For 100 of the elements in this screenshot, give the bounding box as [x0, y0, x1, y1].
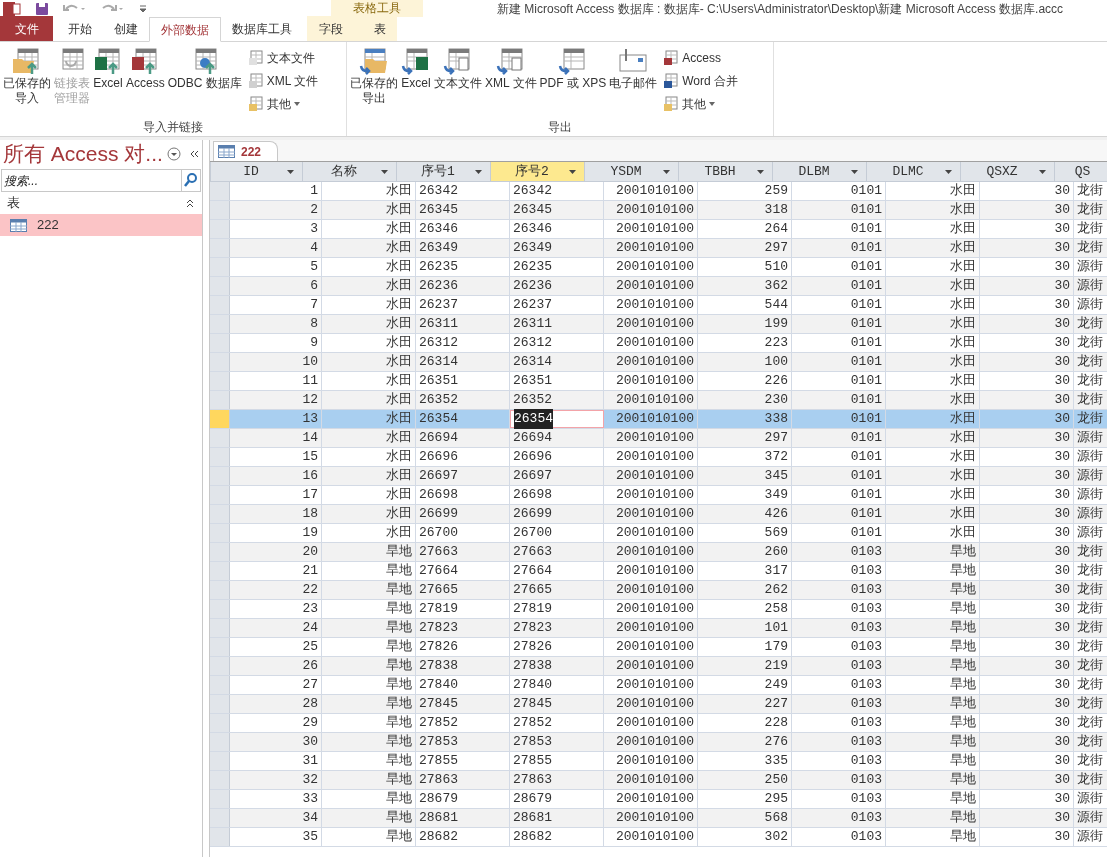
- record-selector[interactable]: [210, 220, 230, 238]
- column-header[interactable]: DLBM: [773, 162, 867, 181]
- collapse-pane-icon[interactable]: [188, 149, 199, 159]
- small-ribbon-button[interactable]: 文本文件: [247, 48, 319, 68]
- record-selector[interactable]: [210, 809, 230, 827]
- record-selector[interactable]: [210, 391, 230, 409]
- record-selector[interactable]: [210, 676, 230, 694]
- record-selector[interactable]: [210, 239, 230, 257]
- small-table-icon: [663, 50, 680, 66]
- column-header[interactable]: TBBH: [679, 162, 773, 181]
- record-selector[interactable]: [210, 543, 230, 561]
- ribbon-tab[interactable]: 开始: [57, 16, 103, 41]
- column-header[interactable]: ID: [211, 162, 303, 181]
- nav-item[interactable]: 222: [0, 214, 202, 236]
- record-selector[interactable]: [210, 448, 230, 466]
- search-field[interactable]: 搜索...: [1, 169, 182, 192]
- ribbon-button[interactable]: XML 文件: [484, 46, 538, 118]
- column-header[interactable]: QSXZ: [961, 162, 1055, 181]
- table-cell: 28679: [510, 790, 604, 808]
- customize-icon[interactable]: [139, 4, 147, 13]
- ribbon-tab[interactable]: 数据库工具: [221, 16, 303, 41]
- record-selector[interactable]: [210, 353, 230, 371]
- ribbon-tab[interactable]: 表: [363, 16, 397, 41]
- ribbon-button[interactable]: Excel: [92, 46, 124, 118]
- sort-dropdown-icon[interactable]: [663, 169, 670, 174]
- record-selector[interactable]: [210, 201, 230, 219]
- table-cell: 26342: [510, 182, 604, 200]
- table-cell: 10: [230, 353, 322, 371]
- table-cell: 2001010100: [604, 581, 698, 599]
- table-cell: 0103: [792, 828, 886, 846]
- record-selector[interactable]: [210, 714, 230, 732]
- save-icon[interactable]: [35, 1, 49, 16]
- sort-dropdown-icon[interactable]: [851, 169, 858, 174]
- record-selector[interactable]: [210, 695, 230, 713]
- ribbon-button[interactable]: PDF 或 XPS: [538, 46, 608, 118]
- ribbon-button[interactable]: 电子邮件: [608, 46, 659, 118]
- record-selector[interactable]: [210, 619, 230, 637]
- record-selector[interactable]: [210, 315, 230, 333]
- record-selector[interactable]: [210, 733, 230, 751]
- record-selector[interactable]: [210, 752, 230, 770]
- table-cell: 水田: [322, 201, 416, 219]
- small-ribbon-button[interactable]: Word 合并: [663, 71, 739, 91]
- record-selector[interactable]: [210, 581, 230, 599]
- document-tab[interactable]: 222: [213, 141, 279, 161]
- column-header[interactable]: QS: [1055, 162, 1107, 181]
- record-selector[interactable]: [210, 182, 230, 200]
- record-selector[interactable]: [210, 258, 230, 276]
- table-cell: 199: [698, 315, 792, 333]
- ribbon-tab[interactable]: 外部数据: [149, 17, 221, 42]
- ribbon-tab[interactable]: 创建: [103, 16, 149, 41]
- sort-dropdown-icon[interactable]: [475, 169, 482, 174]
- record-selector[interactable]: [210, 372, 230, 390]
- record-selector[interactable]: [210, 486, 230, 504]
- ribbon-button[interactable]: 已保存的 导出: [349, 46, 399, 118]
- sort-dropdown-icon[interactable]: [381, 169, 388, 174]
- record-selector[interactable]: [210, 771, 230, 789]
- ribbon-tab[interactable]: 文件: [0, 16, 53, 41]
- ribbon-tab[interactable]: 字段: [307, 16, 363, 41]
- record-selector[interactable]: [210, 562, 230, 580]
- sort-dropdown-icon[interactable]: [1039, 169, 1046, 174]
- column-header[interactable]: 名称: [303, 162, 397, 181]
- ribbon-button[interactable]: ODBC 数据库: [166, 46, 243, 118]
- column-header[interactable]: YSDM: [585, 162, 679, 181]
- record-selector[interactable]: [210, 277, 230, 295]
- sort-dropdown-icon[interactable]: [757, 169, 764, 174]
- sort-dropdown-icon[interactable]: [569, 169, 576, 174]
- ribbon-button[interactable]: Excel: [400, 46, 432, 118]
- record-selector[interactable]: [210, 467, 230, 485]
- sort-dropdown-icon[interactable]: [945, 169, 952, 174]
- record-selector[interactable]: [210, 410, 230, 428]
- record-selector[interactable]: [210, 828, 230, 846]
- record-selector[interactable]: [210, 296, 230, 314]
- column-header[interactable]: 序号2: [491, 162, 585, 181]
- table-cell: 源街: [1074, 429, 1107, 447]
- sort-dropdown-icon[interactable]: [287, 169, 294, 174]
- small-ribbon-button[interactable]: XML 文件: [247, 71, 319, 91]
- ribbon-button[interactable]: Access: [125, 46, 166, 118]
- table-cell: 26697: [510, 467, 604, 485]
- small-ribbon-button[interactable]: 其他: [247, 94, 319, 114]
- small-ribbon-button[interactable]: 其他: [663, 94, 739, 114]
- record-selector[interactable]: [210, 334, 230, 352]
- table-cell: 30: [980, 524, 1074, 542]
- record-selector[interactable]: [210, 505, 230, 523]
- record-selector[interactable]: [210, 638, 230, 656]
- table-cell: 0101: [792, 182, 886, 200]
- record-selector[interactable]: [210, 429, 230, 447]
- ribbon-button[interactable]: 文本文件: [433, 46, 483, 118]
- ribbon-button[interactable]: 已保存的 导入: [2, 46, 52, 118]
- dropdown-icon[interactable]: [166, 147, 181, 161]
- table-cell: 2001010100: [604, 296, 698, 314]
- search-icon[interactable]: [182, 169, 201, 192]
- record-selector[interactable]: [210, 790, 230, 808]
- nav-pane-title: 所有 Access 对...: [3, 141, 163, 168]
- column-header[interactable]: DLMC: [867, 162, 961, 181]
- collapse-section-icon[interactable]: [185, 198, 195, 208]
- record-selector[interactable]: [210, 657, 230, 675]
- small-ribbon-button[interactable]: Access: [663, 48, 739, 68]
- table-export-icon: [443, 46, 473, 76]
- record-selector[interactable]: [210, 524, 230, 542]
- record-selector[interactable]: [210, 600, 230, 618]
